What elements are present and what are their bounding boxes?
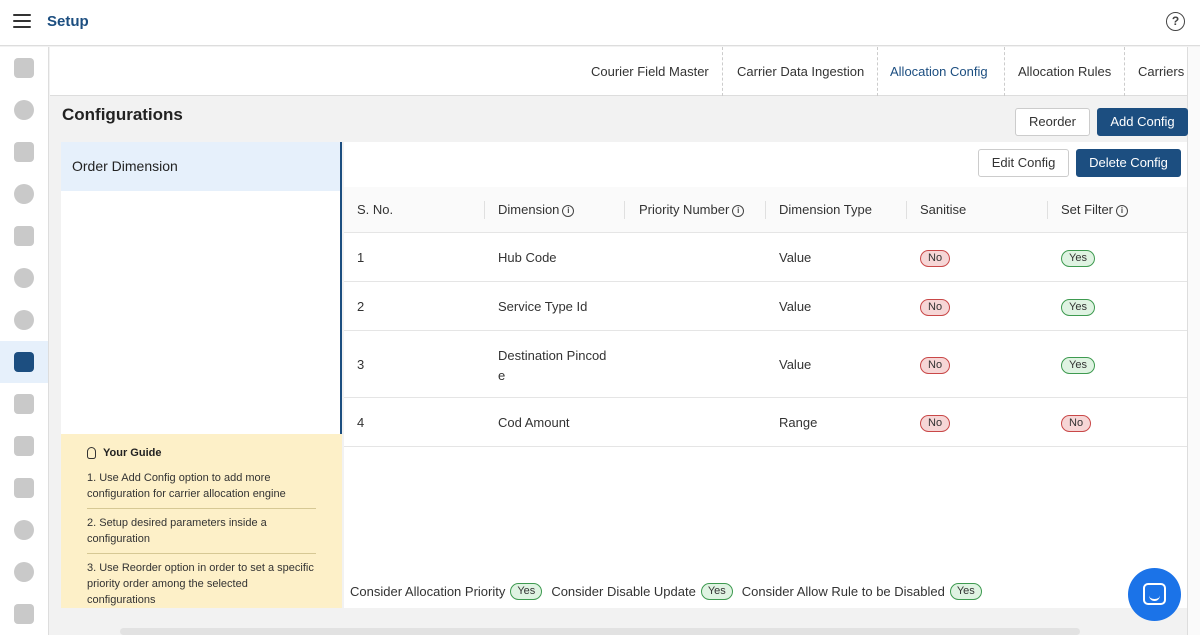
table-header-row: S. No. Dimension i Priority Number i Dimen… [344, 187, 1187, 233]
tab-bar: Courier Field Master Carrier Data Ingest… [50, 47, 1187, 96]
sanitise-badge: No [920, 299, 951, 316]
flag-badge-allocation-priority: Yes [510, 582, 543, 600]
column-divider [765, 201, 766, 219]
column-header-set-filter: Set Filter i [1061, 187, 1129, 233]
sanitise-badge: No [920, 415, 951, 432]
reorder-button[interactable]: Reorder [1015, 108, 1090, 136]
bottom-scrollbar[interactable] [120, 628, 1080, 635]
column-header-priority-label: Priority Number [639, 202, 730, 217]
flag-label-allocation-priority: Consider Allocation Priority [350, 583, 506, 599]
warehouse-icon[interactable] [0, 425, 48, 467]
guide-header: Your Guide [87, 442, 316, 464]
cell-sno: 4 [357, 415, 365, 430]
column-divider [484, 201, 485, 219]
main-content: Courier Field Master Carrier Data Ingest… [50, 47, 1200, 635]
dimension-table-panel: Edit Config Delete Config S. No. Dimensi… [344, 142, 1187, 608]
column-header-dimension: Dimension i [498, 187, 575, 233]
list-icon[interactable] [0, 467, 48, 509]
column-divider [624, 201, 625, 219]
flag-badge-disable-update: Yes [700, 582, 733, 600]
add-config-button[interactable]: Add Config [1097, 108, 1188, 136]
set-filter-badge: Yes [1061, 250, 1095, 267]
cell-dimension: Destination Pincode [498, 348, 607, 383]
guide-step-2: 2. Setup desired parameters inside a con… [87, 509, 316, 554]
cell-dimension-type: Range [779, 415, 818, 430]
help-icon[interactable]: ? [1166, 12, 1185, 31]
gear-icon[interactable] [0, 173, 48, 215]
flag-label-disable-update: Consider Disable Update [551, 583, 696, 599]
steering-icon[interactable] [0, 257, 48, 299]
column-header-dimension-label: Dimension [498, 202, 560, 217]
cell-sno: 1 [357, 250, 365, 265]
clipboard-icon[interactable] [0, 593, 48, 635]
tab-allocation-rules[interactable]: Allocation Rules [1004, 47, 1125, 96]
sanitise-badge: No [920, 357, 951, 374]
security-settings-icon[interactable] [0, 551, 48, 593]
column-header-priority-number: Priority Number i [639, 187, 745, 233]
sanitise-badge: No [920, 250, 951, 267]
cell-dimension-type: Value [779, 299, 812, 314]
table-row[interactable]: 2 Service Type Id Value No Yes [344, 283, 1187, 331]
flag-badge-allow-rule-disabled: Yes [949, 582, 982, 600]
chat-icon [1143, 583, 1166, 605]
guide-title: Your Guide [103, 447, 162, 459]
settings-cog-icon[interactable] [0, 89, 48, 131]
info-icon[interactable]: i [732, 204, 745, 217]
cell-dimension: Cod Amount [498, 415, 570, 430]
info-icon[interactable]: i [562, 204, 575, 217]
guide-step-1: 1. Use Add Config option to add more con… [87, 464, 316, 509]
set-filter-badge: Yes [1061, 357, 1095, 374]
truck-icon[interactable] [0, 383, 48, 425]
set-filter-badge: No [1061, 415, 1092, 432]
tab-courier-field-master[interactable]: Courier Field Master [577, 47, 723, 96]
column-divider [906, 201, 907, 219]
chat-launcher-button[interactable] [1128, 568, 1181, 621]
user-badge-icon[interactable] [0, 341, 48, 383]
vehicle-icon[interactable] [0, 215, 48, 257]
config-flags: Consider Allocation Priority Yes Conside… [350, 581, 991, 601]
cell-sno: 2 [357, 299, 365, 314]
cloud-icon[interactable] [0, 299, 48, 341]
briefcase-icon[interactable] [0, 131, 48, 173]
edit-config-button[interactable]: Edit Config [978, 149, 1069, 177]
cell-sno: 3 [357, 357, 365, 372]
flag-label-allow-rule-disabled: Consider Allow Rule to be Disabled [741, 583, 945, 599]
column-header-dimension-type: Dimension Type [779, 202, 872, 217]
app-title: Setup [47, 13, 89, 30]
table-row[interactable]: 3 Destination Pincode Value No Yes [344, 332, 1187, 398]
column-header-set-filter-label: Set Filter [1061, 202, 1114, 217]
top-bar: Setup ? [0, 0, 1200, 46]
set-filter-badge: Yes [1061, 299, 1095, 316]
page-title: Configurations [62, 105, 183, 124]
guide-panel: Your Guide 1. Use Add Config option to a… [61, 434, 342, 608]
table-row[interactable]: 1 Hub Code Value No Yes [344, 234, 1187, 282]
guide-step-3: 3. Use Reorder option in order to set a … [87, 562, 314, 606]
table-row[interactable]: 4 Cod Amount Range No No [344, 399, 1187, 447]
cell-dimension-type: Value [779, 357, 812, 372]
tab-allocation-config[interactable]: Allocation Config [876, 47, 1002, 96]
hamburger-icon[interactable] [13, 14, 31, 28]
left-sidebar [0, 47, 49, 635]
config-list-item-order-dimension[interactable]: Order Dimension [61, 142, 340, 191]
dashboard-icon[interactable] [0, 47, 48, 89]
tab-carrier-data-ingestion[interactable]: Carrier Data Ingestion [723, 47, 878, 96]
info-icon[interactable]: i [1116, 204, 1129, 217]
column-header-sno: S. No. [357, 202, 394, 217]
location-pin-icon[interactable] [0, 509, 48, 551]
lightbulb-icon [87, 447, 96, 459]
cell-dimension: Service Type Id [498, 299, 588, 314]
column-header-sanitise: Sanitise [920, 202, 967, 217]
right-scroll-edge [1187, 47, 1200, 635]
column-divider [1047, 201, 1048, 219]
cell-dimension-type: Value [779, 250, 812, 265]
cell-dimension: Hub Code [498, 250, 557, 265]
delete-config-button[interactable]: Delete Config [1076, 149, 1181, 177]
